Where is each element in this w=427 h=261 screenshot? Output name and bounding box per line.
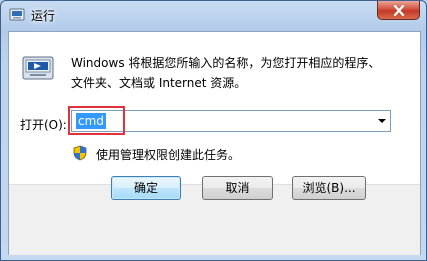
open-label: 打开(O): bbox=[20, 118, 67, 132]
ok-button[interactable]: 确定 bbox=[111, 176, 181, 200]
uac-shield-icon bbox=[73, 145, 87, 161]
run-program-icon bbox=[21, 54, 55, 84]
run-dialog-window: 运行 Windows 将根据您所输入的名称，为您打开相应的程序、 文件夹、文档或… bbox=[0, 0, 427, 261]
dialog-client-area: Windows 将根据您所输入的名称，为您打开相应的程序、 文件夹、文档或 In… bbox=[8, 31, 421, 255]
run-icon bbox=[9, 7, 25, 23]
description-line-1: Windows 将根据您所输入的名称，为您打开相应的程序、 bbox=[71, 56, 381, 70]
title-bar[interactable]: 运行 bbox=[1, 1, 426, 31]
browse-button[interactable]: 浏览(B)... bbox=[292, 176, 366, 200]
cancel-button[interactable]: 取消 bbox=[202, 176, 273, 200]
close-button[interactable] bbox=[377, 1, 420, 20]
close-icon bbox=[393, 5, 405, 16]
annotation-highlight-box bbox=[68, 106, 125, 135]
description-line-2: 文件夹、文档或 Internet 资源。 bbox=[71, 76, 247, 90]
admin-privilege-note: 使用管理权限创建此任务。 bbox=[96, 148, 241, 162]
window-title: 运行 bbox=[31, 9, 56, 23]
chevron-down-icon[interactable] bbox=[378, 119, 386, 123]
dialog-description: Windows 将根据您所输入的名称，为您打开相应的程序、 文件夹、文档或 In… bbox=[71, 53, 411, 93]
